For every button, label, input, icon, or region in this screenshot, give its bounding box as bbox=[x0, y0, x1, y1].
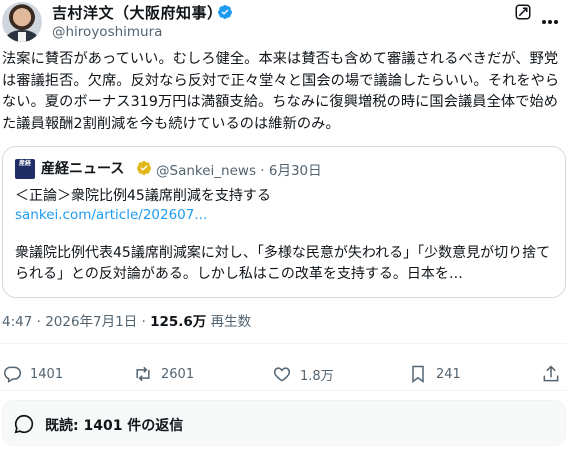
quoted-author-name[interactable]: 産経ニュース bbox=[41, 158, 124, 178]
author-handle[interactable]: @hiroyoshimura bbox=[52, 24, 162, 40]
view-label: 再生数 bbox=[206, 314, 252, 330]
gold-verified-badge-icon bbox=[137, 161, 151, 175]
comment-icon bbox=[14, 414, 34, 434]
reply-button[interactable]: 1401 bbox=[2, 362, 63, 386]
tweet-header: 吉村洋文（大阪府知事） @hiroyoshimura bbox=[0, 0, 567, 44]
share-button[interactable] bbox=[541, 362, 567, 386]
like-button[interactable]: 1.8万 bbox=[272, 362, 334, 386]
grok-icon[interactable] bbox=[514, 3, 532, 21]
heart-icon bbox=[273, 367, 291, 382]
verified-badge-icon[interactable] bbox=[217, 4, 233, 20]
quoted-tweet-card[interactable]: 産経 産経ニュース @Sankei_news · 6月30日 ＜正論＞衆院比例4… bbox=[2, 146, 566, 298]
quoted-link[interactable]: sankei.com/article/202607... bbox=[15, 207, 207, 223]
divider bbox=[0, 343, 567, 344]
tweet-text: 法案に賛否があっていい。むしろ健全。本来は賛否も含めて審議されるべきだが、野党は… bbox=[2, 51, 560, 132]
tweet-meta: 4:47 · 2026年7月1日 · 125.6万 再生数 bbox=[2, 310, 251, 330]
author-name[interactable]: 吉村洋文（大阪府知事） bbox=[52, 2, 223, 23]
bookmark-button[interactable]: 241 bbox=[408, 362, 461, 386]
bookmark-count: 241 bbox=[436, 366, 461, 382]
repost-icon bbox=[136, 366, 150, 382]
repost-count: 2601 bbox=[161, 366, 195, 382]
readers-panel[interactable]: 既読: 1401 件の返信 bbox=[2, 400, 566, 446]
quoted-text: 衆議院比例代表45議席削減案に対し、「多様な民意が失われる」「少数意見が切り捨て… bbox=[15, 245, 551, 282]
readers-label: 既読: 1401 件の返信 bbox=[45, 418, 184, 434]
quoted-avatar[interactable]: 産経 bbox=[15, 159, 35, 179]
more-options-icon[interactable] bbox=[542, 9, 562, 24]
share-icon bbox=[543, 365, 559, 382]
timestamp[interactable]: 4:47 · 2026年7月1日 · bbox=[2, 314, 150, 330]
bookmark-icon bbox=[412, 365, 424, 383]
divider bbox=[0, 390, 567, 391]
avatar[interactable] bbox=[2, 2, 42, 42]
reply-count: 1401 bbox=[30, 366, 64, 382]
view-count: 125.6万 bbox=[150, 314, 207, 330]
like-count: 1.8万 bbox=[300, 368, 334, 384]
quoted-handle-date: @Sankei_news · 6月30日 bbox=[156, 163, 322, 179]
repost-button[interactable]: 2601 bbox=[133, 362, 194, 386]
quoted-title: ＜正論＞衆院比例45議席削減を支持する bbox=[15, 188, 271, 204]
reply-icon bbox=[4, 366, 22, 383]
